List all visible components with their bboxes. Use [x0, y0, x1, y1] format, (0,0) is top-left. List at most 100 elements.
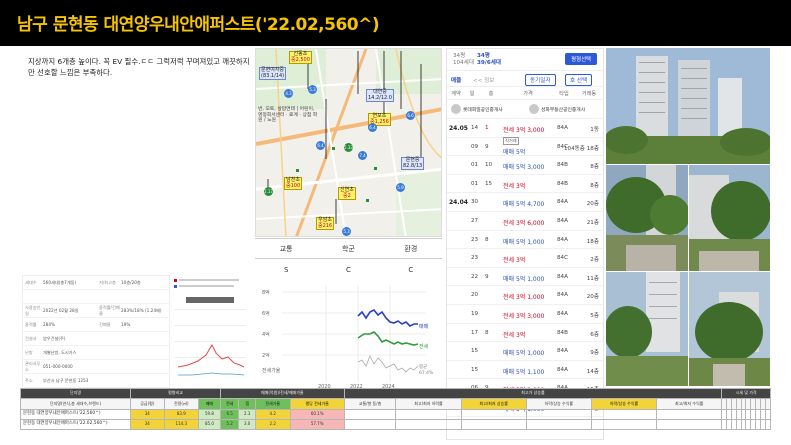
row-day: 09 [471, 143, 479, 150]
grade-header-transport: 교통 [279, 244, 293, 253]
info-value: 부산시 남구 문현동 1253 [43, 377, 89, 383]
school-tag-extra[interactable]: 문현여자중 (83.1/14) [259, 67, 287, 81]
filter-tab-listing[interactable]: 매물 [451, 76, 461, 84]
school-tag-6[interactable]: 우암초 중216 [316, 217, 335, 231]
table-header-cell: 전세가율 [254, 398, 291, 410]
grade-table: 교통 학군 환경 S C C [255, 238, 442, 280]
photo-landscape-2[interactable] [689, 165, 770, 271]
list-item[interactable]: 09 9 매매 5억 84C 104동층 18층 직거래 [447, 136, 603, 157]
table-cell [525, 408, 592, 420]
row-day: 15 [471, 366, 479, 373]
row-day: 15 [471, 348, 479, 355]
map-marker[interactable]: 4.3 [284, 89, 293, 98]
info-key: 주소 [25, 377, 33, 383]
info-key: 저/최고층 [99, 279, 116, 285]
list-item[interactable]: 27 전세 3억 6,000 84A 21층 [447, 212, 603, 231]
size-tab-2[interactable]: 34평 39/6세대 [477, 53, 501, 66]
table-cell: 114.3 [163, 418, 199, 431]
list-item[interactable]: 15 매매 5억 1,100 84A 14층 [447, 361, 603, 380]
size-sub: 104세대 [453, 59, 474, 66]
row-price: 전세 3억 1,000 [503, 294, 545, 302]
col-dong[interactable]: 거래동 [575, 90, 603, 97]
agent-name: 성화부동산공인중개사 [541, 107, 586, 113]
info-row [23, 290, 169, 304]
table-cell: 34 [130, 408, 165, 420]
table-row[interactable]: 문현동 대연양우내안애퍼스트('22,560^) 34 83.9 59.8 6.5 2.3… [20, 408, 772, 420]
col-price[interactable]: 가격 [503, 90, 553, 97]
photo-landscape-4[interactable] [689, 272, 770, 386]
table-cell: 59.8 [197, 408, 221, 420]
table-cell: 57.7% [289, 418, 345, 431]
grade-transport: S [283, 265, 289, 274]
school-tag-0[interactable]: 선동초 중2,500 [289, 51, 312, 65]
list-item[interactable]: 24.04 30 매매 5억 4,700 84A 20층 [447, 193, 603, 212]
row-floor: 9 [485, 143, 489, 150]
price-trend-chart: 8억 6억 4억 2억 매매 전세 전세가율 평균 67.4% 2020 202… [256, 282, 442, 390]
info-key: 관리사무소 [25, 360, 41, 372]
table-top-header: 단지명 평형비교 매매(억원)/전세/매매가율 최고가 상승률 시세 및 가격 [20, 387, 771, 400]
table-cell [343, 408, 397, 420]
table-header-cell: 평당 전세가율 [289, 398, 345, 410]
row-area: 84B [557, 180, 568, 187]
list-item[interactable]: 01 15 전세 3억 84B 8층 [447, 175, 603, 194]
legend-jeonse: 전세 [419, 343, 429, 350]
list-item[interactable]: 22 9 매매 5억 1,000 84A 11층 [447, 268, 603, 287]
list-item[interactable]: 17 8 전세 3억 84B 6층 [447, 324, 603, 343]
title-bar: 남구 문현동 대연양우내안애퍼스트('22.02,560^) [0, 0, 791, 46]
agent-1[interactable]: 롯데회일공인중개사 [447, 104, 525, 114]
row-day: 17 [471, 329, 479, 336]
row-dong: 104동층 18층 [563, 145, 599, 152]
school-tag-5[interactable]: 신연초 중2 [338, 187, 356, 201]
map-marker[interactable]: 5.33 [344, 143, 353, 152]
row-area: 84A [557, 125, 568, 131]
photo-building-exterior[interactable] [606, 48, 770, 164]
col-floor[interactable]: 층 [479, 90, 503, 97]
list-item[interactable]: 01 10 매매 5억 3,000 84B 8층 [447, 156, 603, 175]
unit-select-button[interactable]: 호 선택 [565, 74, 593, 86]
photo-landscape-1[interactable] [606, 165, 688, 271]
agents-row: 롯데회일공인중개사 성화부동산공인중개사 [447, 100, 603, 119]
size-select-button[interactable]: 평형선택 [565, 53, 597, 65]
date-button[interactable]: 동기일자 [525, 74, 556, 86]
agent-2[interactable]: 성화부동산공인중개사 [525, 104, 603, 114]
school-tag-3[interactable]: 문현중 82.8/13 [401, 157, 425, 171]
school-tag-1[interactable]: 대연중 14.2/12.0 [366, 89, 394, 103]
info-row: 세대수 560세대(총7개동) 저/최고층 10층/20층 [23, 276, 169, 290]
row-dong: 20층 [586, 294, 599, 301]
row-dong: 11층 [586, 275, 599, 282]
list-item[interactable]: 24.05 14 1 전세 3억 3,000 84A 1동 [447, 119, 603, 138]
row-day: 19 [471, 310, 479, 317]
filter-tab-info[interactable]: << 정보 [473, 76, 494, 84]
list-item[interactable]: 15 매매 5억 1,000 84A 9층 [447, 342, 603, 361]
map-marker[interactable]: 6.4 [368, 123, 377, 132]
list-item[interactable]: 20 전세 3억 1,000 84A 20층 [447, 286, 603, 305]
table-header-cell: 하락/상승 수익률 [590, 398, 658, 410]
info-row: 난방 개별난방, 도시가스 [23, 346, 169, 360]
map-marker[interactable]: 7.4 [358, 151, 367, 160]
row-dong: 8층 [590, 182, 599, 189]
col-day[interactable]: 일 [465, 90, 479, 97]
row-day: 23 [471, 236, 479, 243]
list-item[interactable]: 23 8 매매 5억 1,000 84A 18층 [447, 231, 603, 250]
col-contract[interactable]: 계약 [447, 90, 465, 97]
list-item[interactable]: 19 전세 3억 3,000 84A 5층 [447, 305, 603, 324]
map-marker[interactable]: 5.9 [396, 183, 405, 192]
col-type[interactable]: 타입 [553, 90, 575, 97]
table-cell: 6.5 [219, 408, 240, 420]
map-marker[interactable]: 6.6 [406, 111, 415, 120]
map-marker[interactable]: 5.3 [342, 227, 351, 236]
map-marker[interactable]: 5.3 [308, 85, 317, 94]
size-tab-1[interactable]: 34평 104세대 [453, 53, 474, 66]
table-row[interactable]: 문현동 대연양우내안애퍼스트('22.02,560^) 34 114.3 85.0 5.… [20, 418, 772, 431]
map-marker[interactable]: 1.17 [264, 187, 273, 196]
comparison-table: 단지명 평형비교 매매(억원)/전세/매매가율 최고가 상승률 시세 및 가격 … [20, 387, 772, 431]
row-day: 20 [471, 292, 479, 299]
school-tag-4[interactable]: 남천초 중100 [284, 177, 303, 191]
list-item[interactable]: 23 전세 3억 84C 2층 [447, 249, 603, 268]
table-cell [656, 408, 723, 420]
photo-landscape-3[interactable] [606, 272, 688, 386]
y-tick-6: 6억 [262, 310, 270, 317]
school-map[interactable]: 선동초 중2,500 문현여자중 (83.1/14) 대연중 14.2/12.0… [255, 48, 442, 237]
map-marker[interactable]: 6.4 [316, 141, 325, 150]
direct-deal-badge: 직거래 [503, 136, 519, 145]
